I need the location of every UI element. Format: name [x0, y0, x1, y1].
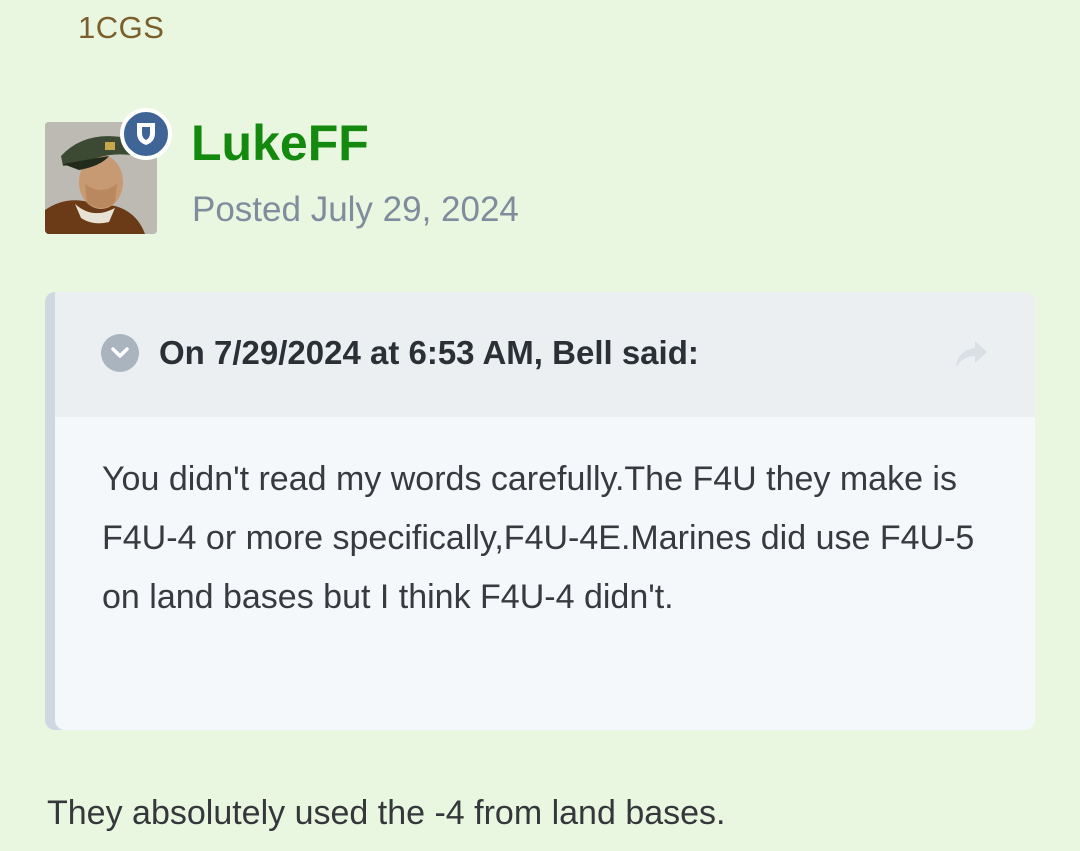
forum-title[interactable]: 1CGS [78, 10, 164, 46]
post-header: LukeFF Posted July 29, 2024 [45, 108, 745, 242]
post-date[interactable]: Posted July 29, 2024 [192, 190, 519, 230]
author-name[interactable]: LukeFF [191, 114, 369, 172]
quote-body: You didn't read my words carefully.The F… [102, 460, 975, 616]
quote-header: On 7/29/2024 at 6:53 AM, Bell said: [55, 292, 1035, 417]
share-arrow-icon[interactable] [951, 337, 991, 373]
shield-icon [120, 108, 172, 160]
quote-citation[interactable]: On 7/29/2024 at 6:53 AM, Bell said: [159, 334, 699, 372]
quote-block: On 7/29/2024 at 6:53 AM, Bell said: You … [45, 292, 1035, 730]
post-content: They absolutely used the -4 from land ba… [47, 794, 726, 832]
chevron-down-icon[interactable] [101, 334, 139, 372]
